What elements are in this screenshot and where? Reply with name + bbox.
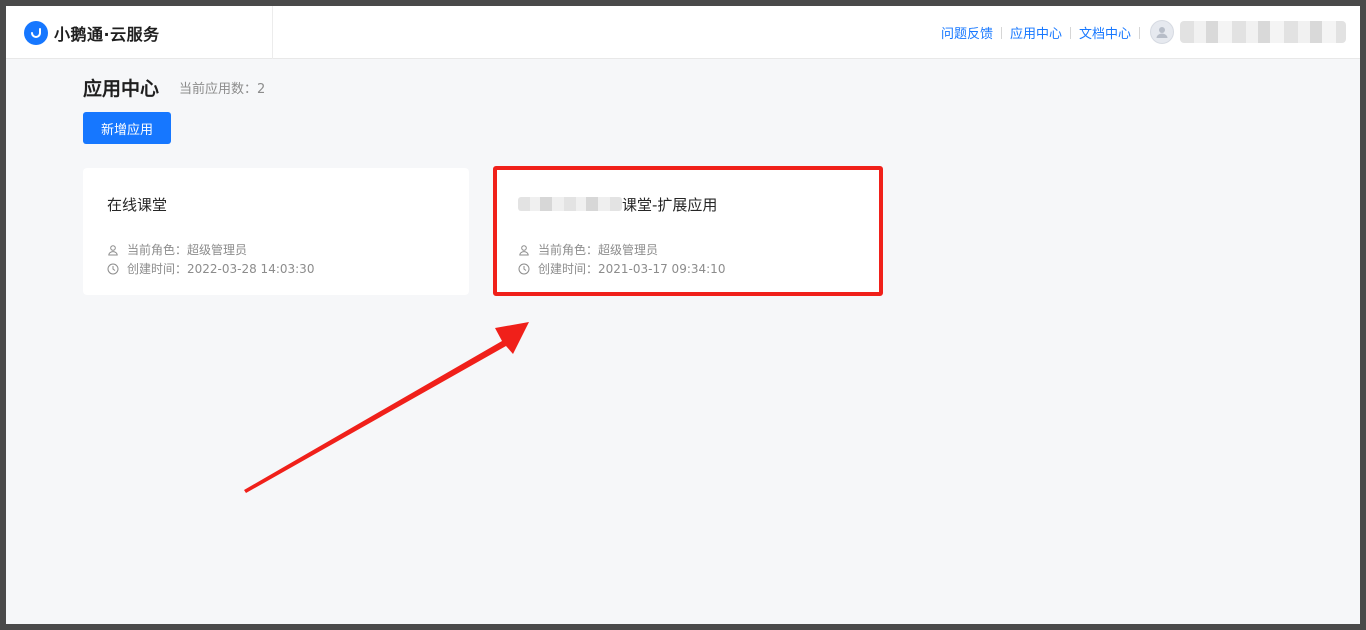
app-card[interactable]: 在线课堂 当前角色：超级管理员 创建时间：2022-03-28 14:03:30	[83, 168, 469, 295]
role-text: 当前角色：超级管理员	[538, 243, 659, 257]
clock-icon	[518, 263, 530, 275]
app-card-title-suffix: 课堂-扩展应用	[622, 196, 718, 214]
user-menu[interactable]	[1150, 19, 1346, 45]
clock-icon	[107, 263, 119, 275]
page-title: 应用中心	[83, 78, 160, 100]
app-count: 当前应用数：2	[179, 82, 266, 97]
top-header: 小鹅通·云服务 问题反馈 应用中心 文档中心	[6, 6, 1360, 59]
brand-name: 小鹅通·云服务	[54, 24, 160, 44]
arrow-annotation	[244, 322, 529, 493]
user-name-redacted	[1180, 21, 1346, 43]
app-card-role: 当前角色：超级管理员	[107, 241, 247, 258]
nav-docs-link[interactable]: 文档中心	[1071, 23, 1139, 42]
nav-feedback-link[interactable]: 问题反馈	[933, 23, 1001, 42]
user-icon	[518, 244, 530, 256]
top-nav: 问题反馈 应用中心 文档中心	[933, 6, 1140, 59]
app-card-role: 当前角色：超级管理员	[518, 241, 658, 258]
app-card-created: 创建时间：2021-03-17 09:34:10	[518, 260, 725, 277]
avatar-icon	[1150, 20, 1174, 44]
role-text: 当前角色：超级管理员	[127, 243, 248, 257]
nav-divider	[1139, 26, 1140, 39]
brand-logo-icon	[24, 20, 48, 45]
nav-app-center-link[interactable]: 应用中心	[1002, 23, 1070, 42]
app-card-title: 在线课堂	[107, 196, 168, 214]
user-icon	[107, 244, 119, 256]
created-text: 创建时间：2021-03-17 09:34:10	[538, 262, 726, 276]
app-window: 小鹅通·云服务 问题反馈 应用中心 文档中心 应用中心 当前应用数：2 新增应用…	[6, 6, 1360, 624]
app-name-redacted	[518, 197, 622, 211]
app-card-title: 课堂-扩展应用	[518, 194, 717, 215]
app-card[interactable]: 课堂-扩展应用 当前角色：超级管理员 创建时间：2021-03-17 09:34…	[494, 168, 880, 294]
add-app-button[interactable]: 新增应用	[83, 112, 171, 144]
brand[interactable]: 小鹅通·云服务	[6, 6, 273, 59]
app-card-created: 创建时间：2022-03-28 14:03:30	[107, 260, 314, 277]
created-text: 创建时间：2022-03-28 14:03:30	[127, 262, 315, 276]
